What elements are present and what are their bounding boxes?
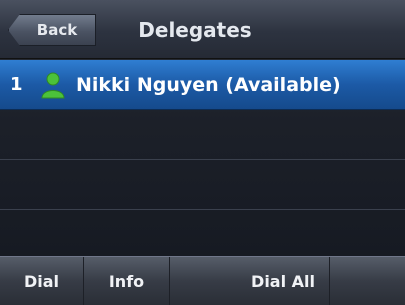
empty-list-row <box>0 110 405 160</box>
page-title: Delegates <box>138 18 252 42</box>
back-button[interactable]: Back <box>8 14 96 46</box>
dial-softkey[interactable]: Dial <box>0 257 84 305</box>
presence-available-icon <box>38 70 68 100</box>
empty-list-row <box>0 160 405 210</box>
empty-softkey[interactable] <box>330 257 405 305</box>
softkey-bar: Dial Info Dial All <box>0 256 405 305</box>
dial-all-softkey[interactable]: Dial All <box>170 257 330 305</box>
delegate-name: Nikki Nguyen (Available) <box>76 73 341 96</box>
list-item-index: 1 <box>10 74 23 95</box>
title-bar: Back Delegates <box>0 0 405 59</box>
phone-screen: Back Delegates 1 Nikki Nguyen (Available… <box>0 0 405 305</box>
empty-list-row <box>0 210 405 260</box>
info-softkey[interactable]: Info <box>84 257 170 305</box>
delegate-list: 1 Nikki Nguyen (Available) <box>0 60 405 260</box>
list-item[interactable]: 1 Nikki Nguyen (Available) <box>0 60 405 110</box>
